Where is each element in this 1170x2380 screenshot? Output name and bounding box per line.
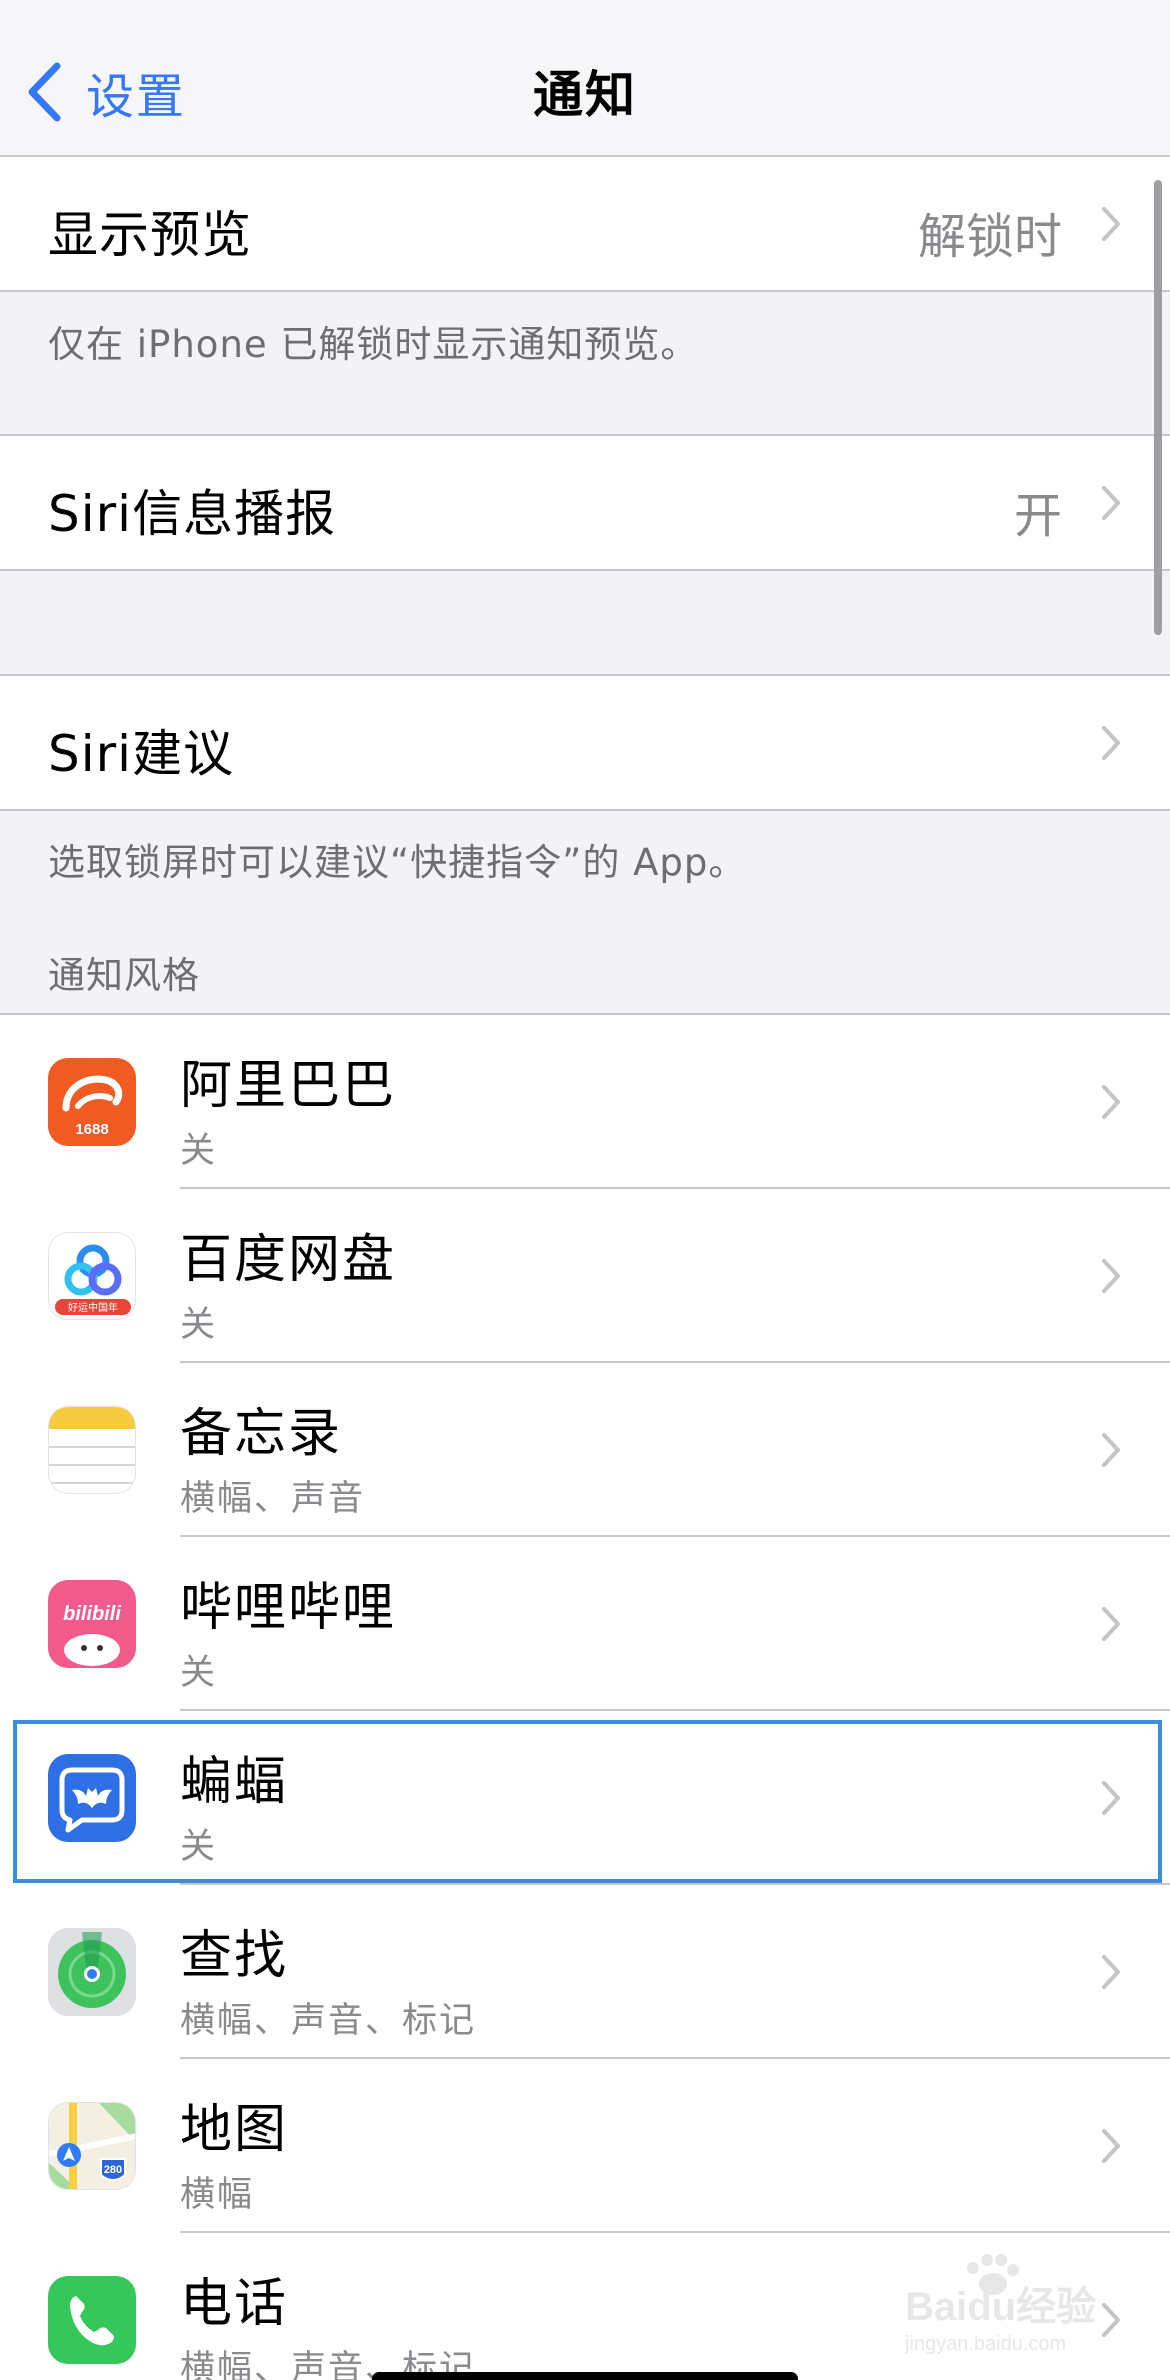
chevron-right-icon [1102, 726, 1120, 760]
bat-messenger-icon [48, 1754, 136, 1842]
chevron-right-icon [1102, 1955, 1120, 1989]
app-notification-status: 关 [180, 1305, 218, 1345]
siri-announce-label: Siri信息播报 [48, 485, 337, 543]
bilibili-logo-text: bilibili [63, 1603, 121, 1625]
app-name: 百度网盘 [180, 1230, 397, 1290]
notifications-settings-page: 设置 通知 显示预览 解锁时 仅在 iPhone 已解锁时显示通知预览。 Sir… [0, 0, 1170, 2380]
notification-style-header: 通知风格 [48, 954, 200, 997]
scroll-indicator[interactable] [1154, 180, 1162, 635]
siri-suggestions-label: Siri建议 [48, 725, 235, 783]
show-preview-value: 解锁时 [917, 209, 1062, 265]
app-row-bat[interactable]: 蝙蝠 关 [0, 1711, 1170, 1885]
chevron-right-icon [1102, 1433, 1120, 1467]
app-name: 备忘录 [180, 1404, 343, 1464]
siri-suggestions-row[interactable]: Siri建议 [0, 676, 1170, 809]
app-name: 地图 [180, 2100, 289, 2160]
chevron-right-icon [1102, 1607, 1120, 1641]
alibaba-1688-icon: 1688 [48, 1058, 136, 1146]
divider [0, 809, 1170, 811]
chevron-right-icon [1102, 1781, 1120, 1815]
app-notification-status: 横幅、声音、标记 [180, 2001, 477, 2041]
app-row-alibaba[interactable]: 1688 阿里巴巴 关 [0, 1015, 1170, 1189]
chevron-right-icon [1102, 1085, 1120, 1119]
watermark-brand: Baidu经验 [905, 2285, 1096, 2329]
app-name: 电话 [180, 2274, 289, 2334]
app-row-maps[interactable]: 280 地图 横幅 [0, 2059, 1170, 2233]
show-preview-label: 显示预览 [48, 206, 252, 264]
maps-icon: 280 [48, 2102, 136, 2190]
app-notification-status: 横幅 [180, 2175, 255, 2215]
app-name: 查找 [180, 1926, 289, 1986]
divider [0, 290, 1170, 292]
app-notification-status: 关 [180, 1827, 218, 1867]
app-notification-status: 横幅、声音 [180, 1479, 366, 1519]
app-name: 阿里巴巴 [180, 1056, 397, 1116]
navigation-bar: 设置 通知 [0, 0, 1170, 157]
preview-footer-note: 仅在 iPhone 已解锁时显示通知预览。 [48, 323, 699, 366]
phone-icon [48, 2276, 136, 2364]
chevron-right-icon [1102, 486, 1120, 520]
siri-announce-value: 开 [1013, 488, 1062, 544]
app-notification-status: 关 [180, 1131, 218, 1171]
bilibili-icon: bilibili [48, 1580, 136, 1668]
app-row-find-my[interactable]: 查找 横幅、声音、标记 [0, 1885, 1170, 2059]
app-name: 哔哩哔哩 [180, 1578, 397, 1638]
baidu-badge-text: 好运中国年 [68, 1301, 118, 1314]
page-title: 通知 [533, 66, 637, 124]
baidu-netdisk-icon: 好运中国年 [48, 1232, 136, 1320]
siri-announce-row[interactable]: Siri信息播报 开 [0, 436, 1170, 569]
chevron-right-icon [1102, 1259, 1120, 1293]
chevron-right-icon [1102, 207, 1120, 241]
app-name: 蝙蝠 [180, 1752, 289, 1812]
suggestions-footer-note: 选取锁屏时可以建议“快捷指令”的 App。 [48, 841, 747, 884]
show-preview-row[interactable]: 显示预览 解锁时 [0, 157, 1170, 290]
baidu-jingyan-watermark: Baidu经验 jingyan.baidu.com [904, 2254, 1096, 2355]
app-row-bilibili[interactable]: bilibili 哔哩哔哩 关 [0, 1537, 1170, 1711]
home-indicator[interactable] [372, 2372, 798, 2380]
notes-icon [48, 1406, 136, 1494]
app-row-baidu-netdisk[interactable]: 好运中国年 百度网盘 关 [0, 1189, 1170, 1363]
divider [0, 569, 1170, 571]
watermark-url: jingyan.baidu.com [904, 2333, 1066, 2355]
app-notification-status: 关 [180, 1653, 218, 1693]
app-row-notes[interactable]: 备忘录 横幅、声音 [0, 1363, 1170, 1537]
alibaba-badge-text: 1688 [75, 1121, 108, 1138]
maps-shield-text: 280 [104, 2164, 122, 2176]
find-my-icon [48, 1928, 136, 2016]
chevron-right-icon [1102, 2129, 1120, 2163]
